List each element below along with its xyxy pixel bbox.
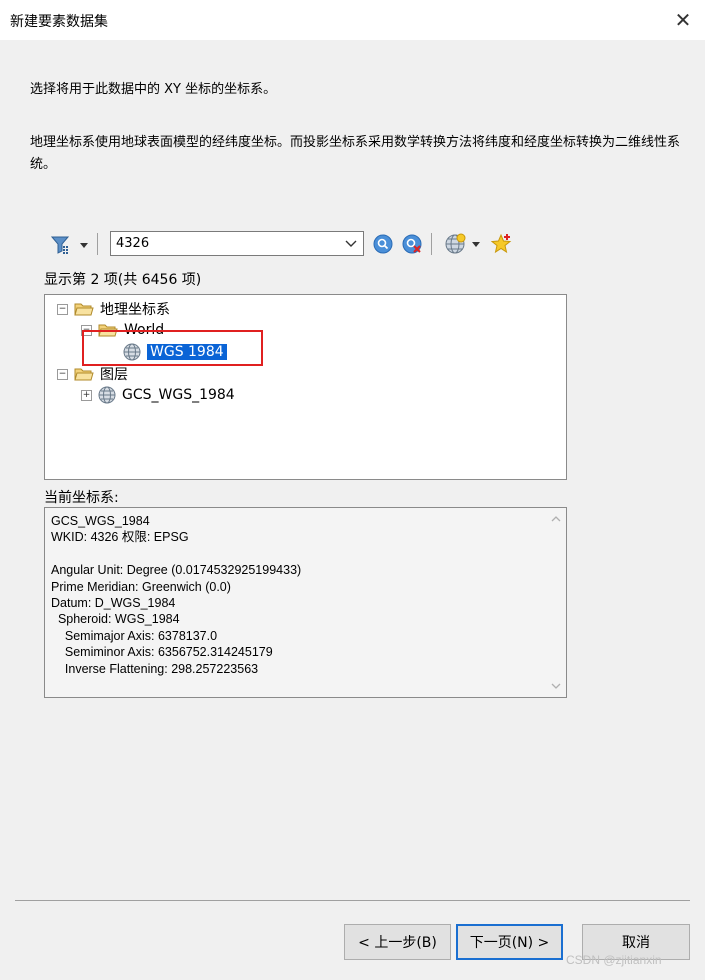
- coordinate-system-tree[interactable]: − 地理坐标系 − World WGS 1984 − 图层 + GCS_WGS_…: [44, 294, 567, 480]
- close-button[interactable]: ✕: [667, 4, 699, 36]
- clear-search-icon: [402, 234, 422, 254]
- window-title: 新建要素数据集: [10, 14, 108, 30]
- coordinate-search-combobox[interactable]: [110, 231, 364, 256]
- collapse-icon[interactable]: −: [57, 303, 68, 315]
- add-coordinate-system-dropdown[interactable]: [440, 231, 486, 257]
- scroll-down-icon[interactable]: [546, 677, 566, 695]
- next-button[interactable]: 下一页(N) >: [456, 924, 563, 960]
- globe-icon: [98, 386, 116, 404]
- tree-node-gcs-wgs1984[interactable]: + GCS_WGS_1984: [81, 385, 235, 405]
- filter-icon: [50, 236, 70, 254]
- coordinate-details-box[interactable]: GCS_WGS_1984 WKID: 4326 权限: EPSG Angular…: [44, 507, 567, 698]
- search-input[interactable]: [111, 232, 339, 255]
- scroll-up-icon[interactable]: [546, 510, 566, 528]
- tree-node-label: 图层: [100, 367, 128, 383]
- folder-open-icon: [74, 303, 94, 316]
- expand-icon[interactable]: +: [81, 389, 92, 401]
- toolbar-separator: [431, 233, 432, 255]
- result-count: 显示第 2 项(共 6456 项): [44, 272, 202, 288]
- tree-node-geographic[interactable]: − 地理坐标系: [57, 299, 170, 319]
- filter-dropdown-button[interactable]: [48, 231, 92, 259]
- close-icon: ✕: [674, 8, 692, 32]
- intro-text-2: 地理坐标系使用地球表面模型的经纬度坐标。而投影坐标系采用数学转换方法将纬度和经度…: [30, 135, 681, 172]
- folder-open-icon: [74, 368, 94, 381]
- tree-node-label: GCS_WGS_1984: [122, 387, 235, 403]
- chevron-down-icon: [472, 242, 480, 247]
- star-icon: [491, 233, 512, 254]
- clear-search-button[interactable]: [400, 232, 424, 256]
- add-to-favorites-button[interactable]: [490, 232, 514, 256]
- intro-text-1: 选择将用于此数据中的 XY 坐标的坐标系。: [30, 82, 277, 97]
- search-icon: [373, 234, 393, 254]
- back-button[interactable]: < 上一步(B): [344, 924, 451, 960]
- watermark: CSDN @zjitianxin: [566, 953, 662, 967]
- globe-icon: [445, 233, 466, 254]
- toolbar-separator: [97, 233, 98, 255]
- coordinate-details-text: GCS_WGS_1984 WKID: 4326 权限: EPSG Angular…: [51, 514, 302, 676]
- title-bar: 新建要素数据集 ✕: [0, 0, 705, 40]
- chevron-down-icon[interactable]: [341, 234, 361, 253]
- chevron-down-icon: [80, 243, 88, 248]
- search-button[interactable]: [371, 232, 395, 256]
- details-scrollbar[interactable]: [546, 508, 566, 697]
- current-coordinate-label: 当前坐标系:: [44, 490, 119, 506]
- tree-node-layers[interactable]: − 图层: [57, 364, 128, 384]
- collapse-icon[interactable]: −: [57, 368, 68, 380]
- footer-divider: [15, 900, 690, 901]
- highlight-annotation-box: [82, 330, 263, 366]
- tree-node-label: 地理坐标系: [100, 302, 170, 318]
